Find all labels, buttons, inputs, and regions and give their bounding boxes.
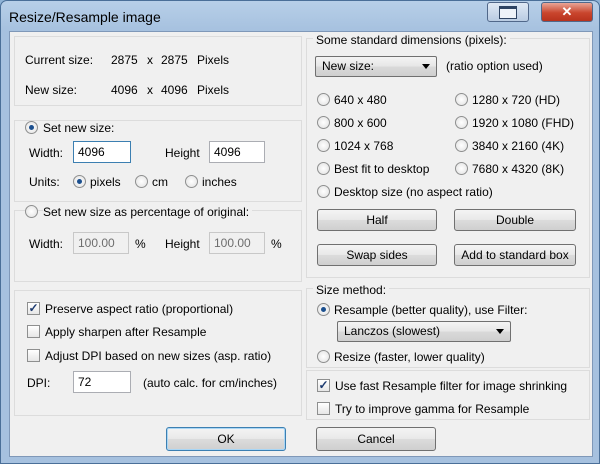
window-title: Resize/Resample image — [9, 9, 161, 25]
resize-label: Resize (faster, lower quality) — [334, 350, 485, 364]
dim-7680-radio[interactable] — [455, 162, 468, 175]
standard-dimensions-label: Some standard dimensions (pixels): — [313, 33, 510, 47]
width-label: Width: — [29, 146, 64, 160]
new-width-value: 4096 — [111, 83, 138, 97]
dim-3840-radio[interactable] — [455, 139, 468, 152]
adjust-dpi-label: Adjust DPI based on new sizes (asp. rati… — [45, 349, 272, 363]
restore-button[interactable] — [487, 2, 529, 22]
set-new-size-group: Set new size: Width: 4096 Height 4096 Un… — [14, 120, 302, 202]
dim-7680-label: 7680 x 4320 (8K) — [472, 162, 565, 176]
size-method-group: Size method: Resample (better quality), … — [306, 283, 590, 368]
close-button[interactable]: ✕ — [541, 2, 593, 22]
current-height-value: 2875 — [161, 53, 188, 67]
options-group: ✓ Preserve aspect ratio (proportional) A… — [14, 290, 302, 416]
new-size-label: New size: — [25, 83, 78, 97]
apply-sharpen-checkbox[interactable] — [27, 325, 40, 338]
percentage-radio[interactable] — [25, 205, 38, 218]
desktop-size-radio[interactable] — [317, 185, 330, 198]
new-height-value: 4096 — [161, 83, 188, 97]
new-size-combo-value: New size: — [322, 59, 375, 73]
dim-1280-label: 1280 x 720 (HD) — [472, 93, 561, 107]
units-inches-radio[interactable] — [185, 175, 198, 188]
chevron-down-icon — [422, 64, 430, 69]
improve-gamma-label: Try to improve gamma for Resample — [335, 402, 530, 416]
current-unit: Pixels — [197, 53, 230, 67]
apply-sharpen-label: Apply sharpen after Resample — [45, 325, 207, 339]
dim-640-label: 640 x 480 — [334, 93, 387, 107]
improve-gamma-checkbox[interactable] — [317, 402, 330, 415]
size-info-group: Current size: 2875 x 2875 Pixels New siz… — [14, 36, 302, 106]
units-pixels-label: pixels — [90, 175, 121, 189]
resize-radio[interactable] — [317, 350, 330, 363]
close-icon: ✕ — [561, 4, 573, 19]
ratio-note: (ratio option used) — [446, 59, 543, 73]
height-input[interactable]: 4096 — [209, 141, 265, 163]
current-width-value: 2875 — [111, 53, 138, 67]
dim-3840-label: 3840 x 2160 (4K) — [472, 139, 565, 153]
dim-1280-radio[interactable] — [455, 93, 468, 106]
percentage-label: Set new size as percentage of original: — [43, 205, 253, 219]
half-button[interactable]: Half — [317, 209, 437, 231]
set-new-size-label: Set new size: — [43, 121, 118, 135]
set-new-size-radio[interactable] — [25, 121, 38, 134]
dialog-window: Resize/Resample image ✕ Current size: 28… — [0, 0, 600, 464]
percent-width-unit: % — [135, 237, 146, 251]
current-size-label: Current size: — [25, 53, 94, 67]
desktop-size-label: Desktop size (no aspect ratio) — [334, 185, 493, 199]
dim-1024-label: 1024 x 768 — [334, 139, 394, 153]
units-label: Units: — [29, 175, 60, 189]
percent-width-label: Width: — [29, 237, 64, 251]
preserve-aspect-checkbox[interactable]: ✓ — [27, 302, 40, 315]
dim-1920-label: 1920 x 1080 (FHD) — [472, 116, 575, 130]
double-button[interactable]: Double — [454, 209, 576, 231]
best-fit-label: Best fit to desktop — [334, 162, 430, 176]
height-label: Height — [165, 146, 200, 160]
swap-sides-button[interactable]: Swap sides — [317, 244, 437, 266]
ok-button[interactable]: OK — [166, 427, 286, 451]
add-to-standard-box-button[interactable]: Add to standard box — [454, 244, 576, 266]
cancel-button[interactable]: Cancel — [316, 427, 436, 451]
restore-icon — [499, 5, 517, 19]
dialog-client-area: Current size: 2875 x 2875 Pixels New siz… — [9, 31, 593, 457]
units-cm-label: cm — [152, 175, 168, 189]
dpi-input[interactable]: 72 — [73, 371, 131, 393]
fast-resample-label: Use fast Resample filter for image shrin… — [335, 379, 568, 393]
size-method-label: Size method: — [313, 283, 390, 297]
dpi-label: DPI: — [27, 376, 51, 390]
new-x: x — [147, 83, 153, 97]
standard-dimensions-group: Some standard dimensions (pixels): New s… — [306, 33, 590, 278]
dim-1024-radio[interactable] — [317, 139, 330, 152]
filter-combo-value: Lanczos (slowest) — [344, 324, 441, 338]
units-pixels-radio[interactable] — [73, 175, 86, 188]
dpi-note: (auto calc. for cm/inches) — [143, 376, 278, 390]
new-size-combo[interactable]: New size: — [315, 56, 437, 77]
percent-width-input[interactable]: 100.00 — [73, 232, 129, 254]
dim-800-label: 800 x 600 — [334, 116, 387, 130]
percentage-group: Set new size as percentage of original: … — [14, 205, 302, 282]
resample-label: Resample (better quality), use Filter: — [334, 303, 528, 317]
current-x: x — [147, 53, 153, 67]
width-input[interactable]: 4096 — [73, 141, 131, 163]
units-cm-radio[interactable] — [135, 175, 148, 188]
dim-1920-radio[interactable] — [455, 116, 468, 129]
adjust-dpi-checkbox[interactable] — [27, 349, 40, 362]
dim-640-radio[interactable] — [317, 93, 330, 106]
filter-combo[interactable]: Lanczos (slowest) — [337, 321, 511, 342]
percent-height-input[interactable]: 100.00 — [209, 232, 265, 254]
chevron-down-icon — [496, 329, 504, 334]
percent-height-unit: % — [271, 237, 282, 251]
fast-resample-checkbox[interactable]: ✓ — [317, 379, 330, 392]
resample-radio[interactable] — [317, 303, 330, 316]
percent-height-label: Height — [165, 237, 200, 251]
best-fit-radio[interactable] — [317, 162, 330, 175]
new-unit: Pixels — [197, 83, 230, 97]
resample-options-group: ✓ Use fast Resample filter for image shr… — [306, 370, 590, 420]
units-inches-label: inches — [202, 175, 237, 189]
dim-800-radio[interactable] — [317, 116, 330, 129]
preserve-aspect-label: Preserve aspect ratio (proportional) — [45, 302, 234, 316]
